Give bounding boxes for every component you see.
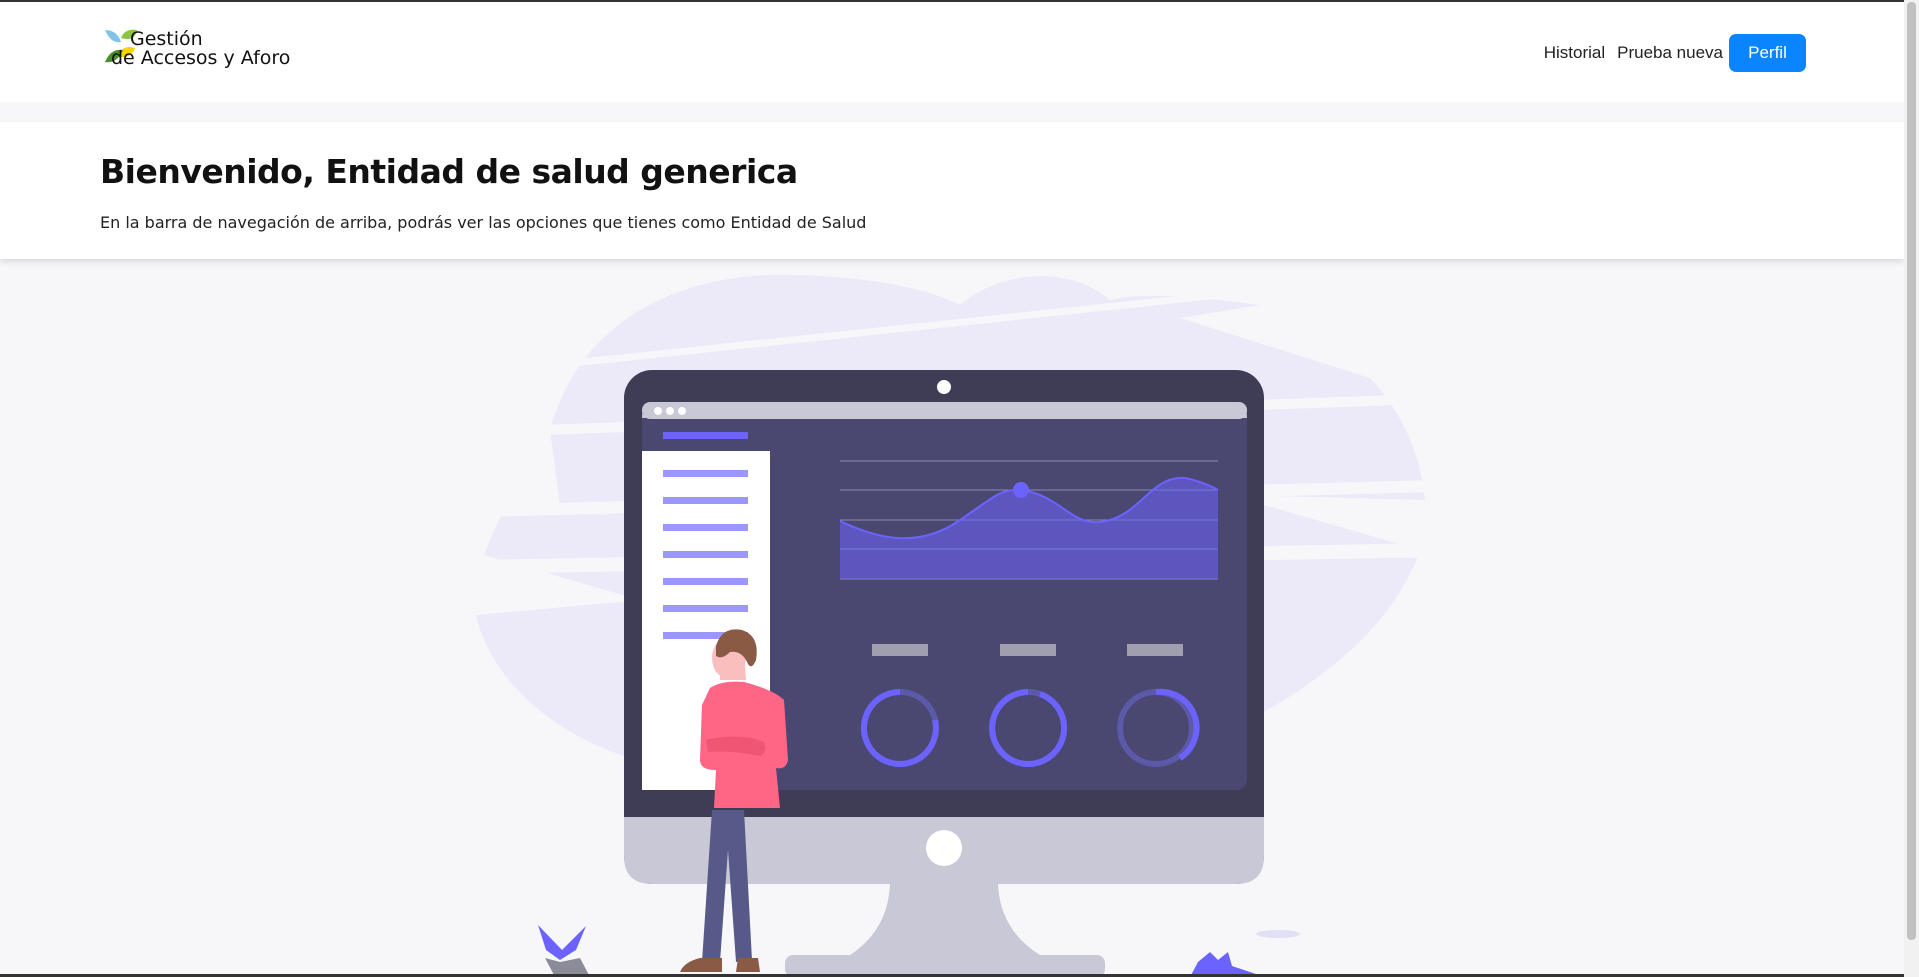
scrollbar-thumb[interactable]: [1907, 2, 1916, 940]
nav-link-historial[interactable]: Historial: [1544, 43, 1605, 63]
vertical-scrollbar[interactable]: [1904, 0, 1919, 977]
monitor-button: [926, 830, 962, 866]
monitor-camera: [937, 380, 951, 394]
profile-button[interactable]: Perfil: [1729, 34, 1806, 72]
welcome-banner: Bienvenido, Entidad de salud generica En…: [0, 122, 1904, 259]
top-navbar: Gestión de Accesos y Aforo Historial Pru…: [0, 2, 1904, 102]
monitor-stand: [850, 884, 1040, 955]
browser-titlebar: [642, 402, 1247, 419]
nav-link-prueba-nueva[interactable]: Prueba nueva: [1617, 43, 1723, 63]
brand-title-line2: de Accesos y Aforo: [111, 47, 291, 69]
page-title: Bienvenido, Entidad de salud generica: [100, 152, 798, 191]
nav-menu: Historial Prueba nueva Perfil: [1532, 34, 1806, 72]
page-subtitle: En la barra de navegación de arriba, pod…: [100, 213, 867, 232]
brand-logo-link[interactable]: Gestión de Accesos y Aforo: [103, 28, 303, 74]
